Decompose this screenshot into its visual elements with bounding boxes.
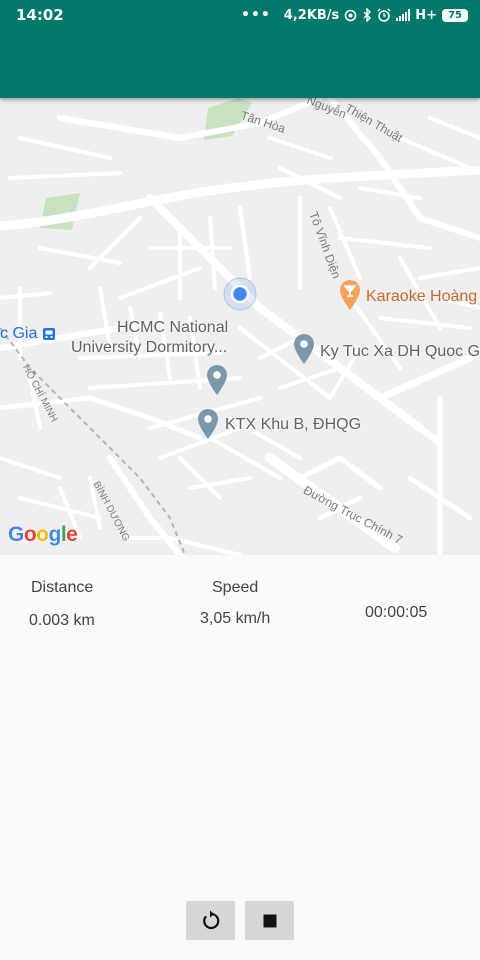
stop-icon (263, 914, 276, 927)
map-roads (0, 98, 480, 555)
tracking-stats: Distance 0.003 km Speed 3,05 km/h 00:00:… (0, 555, 480, 655)
karaoke-pin-icon[interactable] (338, 279, 362, 311)
distance-label: Distance (31, 579, 94, 596)
google-logo: Google (8, 523, 78, 546)
map-view[interactable]: Tân Hòa Nguyễn Thiện Thuật Tô Vĩnh Diện … (0, 98, 480, 555)
distance-value: 0.003 km (29, 612, 95, 629)
signal-icon (396, 9, 411, 21)
reset-button[interactable] (186, 901, 235, 940)
label-ktx-khu-b[interactable]: KTX Khu B, ĐHQG (225, 416, 361, 434)
notification-dots: ••• (240, 7, 271, 23)
bluetooth-icon (363, 8, 372, 22)
elapsed-time: 00:00:05 (365, 604, 428, 621)
label-ky-tuc-xa[interactable]: Ky Tuc Xa DH Quoc Gi (320, 343, 480, 361)
hotspot-icon (345, 9, 357, 21)
app-bar (0, 30, 480, 98)
label-karaoke[interactable]: Karaoke Hoàng (366, 288, 477, 306)
speed-label: Speed (212, 579, 259, 596)
speed-value: 3,05 km/h (200, 610, 271, 627)
stop-button[interactable] (245, 901, 294, 940)
label-dormitory-line2[interactable]: University Dormitory... (71, 339, 227, 357)
ktx-khu-b-pin-icon[interactable] (196, 408, 220, 440)
status-time: 14:02 (16, 6, 64, 24)
status-bar: 14:02 ••• 4,2KB/s H+ 75 (0, 0, 480, 30)
status-icons: ••• 4,2KB/s H+ 75 (241, 5, 468, 25)
battery-icon: 75 (442, 8, 468, 22)
network-speed: 4,2KB/s (283, 7, 340, 23)
label-dormitory-line1[interactable]: HCMC National (117, 319, 228, 337)
dormitory-pin-icon[interactable] (205, 364, 229, 396)
app-screen: 14:02 ••• 4,2KB/s H+ 75 Tân Hòa Nguyễn T… (0, 0, 480, 960)
bus-stop-icon[interactable] (42, 327, 56, 341)
alarm-icon (377, 8, 391, 22)
label-quoc-gia[interactable]: c Gia (0, 325, 37, 343)
ky-tuc-xa-pin-icon[interactable] (292, 333, 316, 365)
network-type: H+ (415, 7, 438, 23)
refresh-icon (202, 910, 219, 929)
